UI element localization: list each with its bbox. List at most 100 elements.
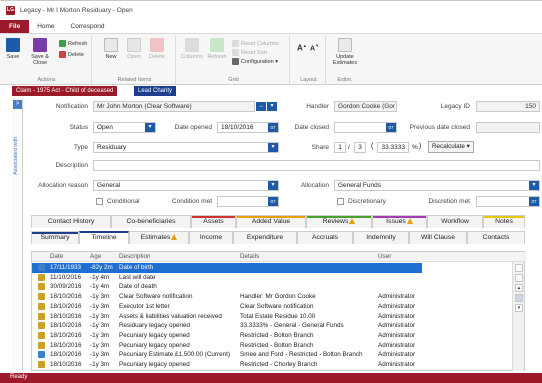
column-header-description[interactable]: Description <box>119 253 151 260</box>
table-row[interactable]: 30/09/2016 -1y 4m Date of death <box>32 282 514 292</box>
notification-dropdown-button[interactable]: ▾ <box>267 102 277 111</box>
tab-added-value[interactable]: Added Value <box>236 215 306 228</box>
table-row[interactable]: 18/10/2016 -1y 3m Assets & liabilities val… <box>32 312 514 322</box>
share-numerator-field[interactable]: 1 <box>334 142 346 153</box>
share-percent-field[interactable]: 33.3333 <box>377 142 409 153</box>
column-header-user[interactable]: User <box>378 253 391 260</box>
increase-font-button[interactable]: A▲ <box>297 41 307 53</box>
table-row[interactable]: 18/10/2016 -1y 3m Pecuniary legacy opened R… <box>32 331 514 341</box>
grid-header: Date Age Description Details User <box>32 252 526 262</box>
date-opened-calendar-icon[interactable]: 07 <box>268 123 278 132</box>
conditional-checkbox[interactable] <box>96 198 103 205</box>
recalculate-button[interactable]: Recalculate ▾ <box>428 141 474 153</box>
allocation-reason-dropdown-icon[interactable]: ▾ <box>268 181 278 190</box>
scroll-down-button[interactable]: ▾ <box>515 304 523 312</box>
tab-notes[interactable]: Notes <box>483 215 525 228</box>
notification-field[interactable]: Mr John Morton (Clear Software) <box>93 101 255 112</box>
column-header-age[interactable]: Age <box>90 253 101 260</box>
discretion-met-calendar-icon[interactable]: 07 <box>529 197 539 206</box>
warning-icon <box>349 218 356 224</box>
save-button[interactable]: Save <box>5 38 21 60</box>
reset-sort-button[interactable]: Reset Sort <box>232 49 267 58</box>
delete-button[interactable]: Delete <box>59 51 84 60</box>
cell-date: 18/10/2016 <box>50 312 82 320</box>
table-row[interactable]: 18/10/2016 -1y 3m Clear Software notificat… <box>32 292 514 302</box>
table-row[interactable]: 18/10/2016 -1y 3m Pecuniary Estimate £1,50… <box>32 350 514 360</box>
allocation-reason-select[interactable]: General <box>93 180 279 191</box>
tab-label: Workflow <box>441 218 469 225</box>
ribbon-tab-home[interactable]: Home <box>29 20 62 33</box>
cell-details: Restricted - Bolton Branch <box>240 331 314 339</box>
event-icon <box>38 302 45 310</box>
tab-will-clause[interactable]: Will Clause <box>409 231 467 244</box>
ribbon-group-related-items: New Open Delete Related Items <box>94 36 176 84</box>
event-icon <box>38 273 45 281</box>
ribbon-tab-file[interactable]: File <box>0 20 30 33</box>
ribbon-tab-correspond[interactable]: Correspond <box>63 20 113 33</box>
tab-co-beneficiaries[interactable]: Co-beneficiaries <box>111 215 191 228</box>
tab-workflow[interactable]: Workflow <box>427 215 483 228</box>
table-row[interactable]: 18/10/2016 -1y 3m Executor 1st letter Clear… <box>32 302 514 312</box>
expand-panel-button[interactable]: > <box>13 100 22 109</box>
discretionary-checkbox[interactable] <box>337 198 344 205</box>
cell-date: 17/11/1933 <box>50 264 82 271</box>
table-row[interactable]: 18/10/2016 -1y 3m Pecuniary legacy opened R… <box>32 360 514 370</box>
condition-met-calendar-icon[interactable]: 07 <box>268 197 278 206</box>
related-delete-button[interactable]: Delete <box>148 38 166 60</box>
notification-goto-button[interactable]: → <box>256 102 266 111</box>
date-closed-calendar-icon[interactable]: 07 <box>386 123 396 132</box>
table-row[interactable]: 18/10/2016 -1y 3m Pecuniary legacy opened R… <box>32 341 514 351</box>
tab-issues[interactable]: Issues <box>372 215 427 228</box>
description-field[interactable] <box>93 160 540 171</box>
type-dropdown-icon[interactable]: ▾ <box>268 143 278 152</box>
grid-refresh-button[interactable]: Refresh <box>206 38 228 60</box>
table-row[interactable]: 17/11/1933 -82y 2m Date of birth <box>32 263 422 273</box>
allocation-dropdown-icon[interactable]: ▾ <box>529 181 539 190</box>
grid-action-1-button[interactable] <box>515 264 523 272</box>
configuration-button[interactable]: Configuration ▾ <box>232 58 278 67</box>
tab-summary[interactable]: Summary <box>31 231 79 244</box>
tab-label: Added Value <box>251 218 291 225</box>
type-select[interactable]: Residuary <box>93 142 279 153</box>
status-dropdown-icon[interactable]: ▾ <box>145 123 155 132</box>
scroll-thumb[interactable] <box>515 294 523 302</box>
save-close-button[interactable]: Save & Close <box>28 38 52 66</box>
tab-indemnity[interactable]: Indemnity <box>353 231 409 244</box>
tab-expenditure[interactable]: Expenditure <box>233 231 297 244</box>
tab-contacts[interactable]: Contacts <box>467 231 525 244</box>
table-row[interactable]: 18/10/2016 -1y 3m Residuary legacy opened 3… <box>32 321 514 331</box>
open-button[interactable]: Open <box>125 38 143 60</box>
reset-columns-label: Reset Columns <box>241 41 279 47</box>
tab-timeline[interactable]: Timeline <box>79 231 129 244</box>
tab-reviews[interactable]: Reviews <box>306 215 372 228</box>
decrease-font-button[interactable]: A▼ <box>310 41 319 52</box>
tab-estimates[interactable]: Estimates <box>129 231 189 244</box>
open-label: Open <box>127 54 141 60</box>
tab-color-bar <box>237 216 305 218</box>
table-row[interactable]: 11/10/2016 -1y 4m Last will date <box>32 273 514 283</box>
grid-action-2-button[interactable] <box>515 274 523 282</box>
grid-refresh-icon <box>210 38 224 52</box>
new-button[interactable]: New <box>102 38 120 60</box>
reset-columns-button[interactable]: Reset Columns <box>232 40 279 49</box>
tab-accruals[interactable]: Accruals <box>297 231 353 244</box>
handler-field[interactable]: Gordon Cooke (Gor <box>334 101 397 112</box>
tab-contact-history[interactable]: Contact History <box>31 215 111 228</box>
update-estimates-button[interactable]: Update Estimates <box>330 38 360 66</box>
tab-assets[interactable]: Assets <box>191 215 236 228</box>
allocation-select[interactable]: General Funds <box>334 180 540 191</box>
share-pct-open-paren: ( <box>371 143 374 150</box>
columns-button[interactable]: Columns <box>181 38 203 60</box>
timeline-grid[interactable]: Date Age Description Details User 17/11/… <box>31 251 526 371</box>
tab-label: Issues <box>386 218 406 225</box>
scroll-up-button[interactable]: ▴ <box>515 284 523 292</box>
column-header-details[interactable]: Details <box>240 253 259 260</box>
event-icon <box>38 331 45 339</box>
cell-date: 18/10/2016 <box>50 293 82 301</box>
cell-user: Administrator <box>378 302 416 310</box>
tab-income[interactable]: Income <box>189 231 233 244</box>
column-header-date[interactable]: Date <box>50 253 63 260</box>
share-denominator-field[interactable]: 3 <box>354 142 366 153</box>
refresh-button[interactable]: Refresh <box>59 40 87 49</box>
event-icon <box>38 312 45 320</box>
